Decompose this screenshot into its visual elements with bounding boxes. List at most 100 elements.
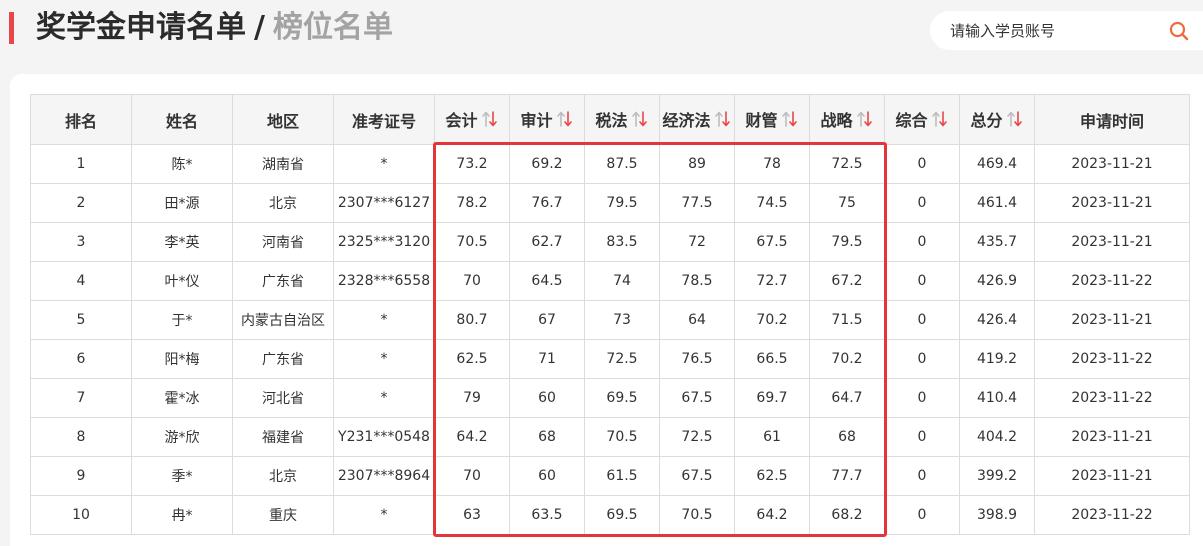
cell-name: 于*	[131, 300, 233, 340]
cell-strategy: 67.2	[809, 261, 885, 301]
sort-updown-icon[interactable]	[714, 110, 732, 132]
cell-ticket: 2307***6127	[333, 183, 435, 223]
cell-total: 461.4	[959, 183, 1035, 223]
cell-strategy: 77.7	[809, 456, 885, 496]
table-row: 9 季* 北京 2307***8964 70 60 61.5 67.5 62.5 77.7 0 399…	[30, 456, 1190, 496]
column-header-comprehensive[interactable]: 综合	[884, 94, 960, 145]
cell-region: 北京	[232, 456, 334, 496]
search-icon[interactable]	[1168, 20, 1190, 42]
cell-date: 2023-11-21	[1034, 417, 1190, 457]
cell-total: 435.7	[959, 222, 1035, 262]
cell-finance: 72.7	[734, 261, 810, 301]
column-header-economic_law[interactable]: 经济法	[659, 94, 735, 145]
cell-comprehensive: 0	[884, 300, 960, 340]
cell-rank: 3	[30, 222, 132, 262]
table-row: 8 游*欣 福建省 Y231***0548 64.2 68 70.5 72.5 61 68 0 404…	[30, 417, 1190, 457]
table-row: 7 霍*冰 河北省 * 79 60 69.5 67.5 69.7 64.7 0 410.4 2023-1…	[30, 378, 1190, 418]
cell-total: 426.4	[959, 300, 1035, 340]
cell-date: 2023-11-21	[1034, 456, 1190, 496]
cell-date: 2023-11-21	[1034, 183, 1190, 223]
table-row: 5 于* 内蒙古自治区 * 80.7 67 73 64 70.2 71.5 0 426.4 2023-1…	[30, 300, 1190, 340]
cell-accounting: 79	[434, 378, 510, 418]
column-header-strategy[interactable]: 战略	[809, 94, 885, 145]
cell-comprehensive: 0	[884, 339, 960, 379]
sort-updown-icon[interactable]	[556, 110, 574, 132]
cell-audit: 63.5	[509, 495, 585, 535]
column-header-audit[interactable]: 审计	[509, 94, 585, 145]
table-row: 10 冉* 重庆 * 63 63.5 69.5 70.5 64.2 68.2 0 398.9 2023-…	[30, 495, 1190, 535]
cell-rank: 7	[30, 378, 132, 418]
cell-comprehensive: 0	[884, 417, 960, 457]
column-header-label: 准考证号	[351, 111, 416, 131]
cell-accounting: 64.2	[434, 417, 510, 457]
cell-audit: 60	[509, 378, 585, 418]
cell-rank: 5	[30, 300, 132, 340]
sort-updown-icon[interactable]	[781, 110, 799, 132]
title-sub[interactable]: 榜位名单	[273, 10, 393, 45]
cell-tax: 69.5	[584, 495, 660, 535]
column-header-label: 审计	[520, 110, 553, 130]
cell-economic_law: 72.5	[659, 417, 735, 457]
cell-rank: 2	[30, 183, 132, 223]
cell-comprehensive: 0	[884, 378, 960, 418]
column-header-tax[interactable]: 税法	[584, 94, 660, 145]
cell-tax: 73	[584, 300, 660, 340]
cell-comprehensive: 0	[884, 495, 960, 535]
cell-economic_law: 78.5	[659, 261, 735, 301]
column-header-date: 申请时间	[1034, 94, 1190, 145]
cell-date: 2023-11-22	[1034, 378, 1190, 418]
column-header-region: 地区	[232, 94, 334, 145]
cell-strategy: 71.5	[809, 300, 885, 340]
cell-audit: 62.7	[509, 222, 585, 262]
sort-updown-icon[interactable]	[481, 110, 499, 132]
cell-rank: 10	[30, 495, 132, 535]
sort-updown-icon[interactable]	[931, 110, 949, 132]
title-main: 奖学金申请名单	[36, 10, 246, 45]
column-header-finance[interactable]: 财管	[734, 94, 810, 145]
cell-name: 霍*冰	[131, 378, 233, 418]
cell-tax: 83.5	[584, 222, 660, 262]
cell-accounting: 73.2	[434, 144, 510, 184]
search-input[interactable]	[950, 11, 1170, 50]
cell-comprehensive: 0	[884, 261, 960, 301]
cell-date: 2023-11-22	[1034, 495, 1190, 535]
table-row: 2 田*源 北京 2307***6127 78.2 76.7 79.5 77.5 74.5 75 0…	[30, 183, 1190, 223]
sort-updown-icon[interactable]	[856, 110, 874, 132]
cell-finance: 62.5	[734, 456, 810, 496]
scholarship-table: 排名 姓名 地区 准考证号 会计 审计 税法 经济法 财管 战略 综合 总分 申请时间 1 陈* 湖南省 * 7…	[30, 94, 1190, 535]
search-box	[930, 11, 1203, 50]
cell-strategy: 79.5	[809, 222, 885, 262]
table-header-row: 排名 姓名 地区 准考证号 会计 审计 税法 经济法 财管 战略 综合 总分 申请时间	[30, 94, 1190, 145]
column-header-label: 财管	[745, 110, 778, 130]
column-header-label: 税法	[595, 110, 628, 130]
cell-name: 陈*	[131, 144, 233, 184]
sort-updown-icon[interactable]	[631, 110, 649, 132]
cell-region: 湖南省	[232, 144, 334, 184]
cell-accounting: 80.7	[434, 300, 510, 340]
cell-ticket: *	[333, 144, 435, 184]
table-row: 3 李*英 河南省 2325***3120 70.5 62.7 83.5 72 67.5 79.5…	[30, 222, 1190, 262]
cell-date: 2023-11-22	[1034, 261, 1190, 301]
column-header-label: 总分	[970, 110, 1003, 130]
column-header-accounting[interactable]: 会计	[434, 94, 510, 145]
cell-region: 北京	[232, 183, 334, 223]
cell-accounting: 78.2	[434, 183, 510, 223]
column-header-label: 综合	[895, 110, 928, 130]
cell-ticket: 2328***6558	[333, 261, 435, 301]
sort-updown-icon[interactable]	[1006, 110, 1024, 132]
cell-total: 410.4	[959, 378, 1035, 418]
column-header-ticket: 准考证号	[333, 94, 435, 145]
column-header-total[interactable]: 总分	[959, 94, 1035, 145]
cell-region: 福建省	[232, 417, 334, 457]
page-header: 奖学金申请名单 / 榜位名单	[0, 0, 1203, 64]
cell-tax: 87.5	[584, 144, 660, 184]
cell-accounting: 70.5	[434, 222, 510, 262]
cell-economic_law: 77.5	[659, 183, 735, 223]
column-header-label: 会计	[445, 110, 478, 130]
cell-finance: 66.5	[734, 339, 810, 379]
cell-rank: 8	[30, 417, 132, 457]
table-row: 6 阳*梅 广东省 * 62.5 71 72.5 76.5 66.5 70.2 0 419.2 2023…	[30, 339, 1190, 379]
cell-name: 季*	[131, 456, 233, 496]
cell-rank: 4	[30, 261, 132, 301]
cell-tax: 61.5	[584, 456, 660, 496]
